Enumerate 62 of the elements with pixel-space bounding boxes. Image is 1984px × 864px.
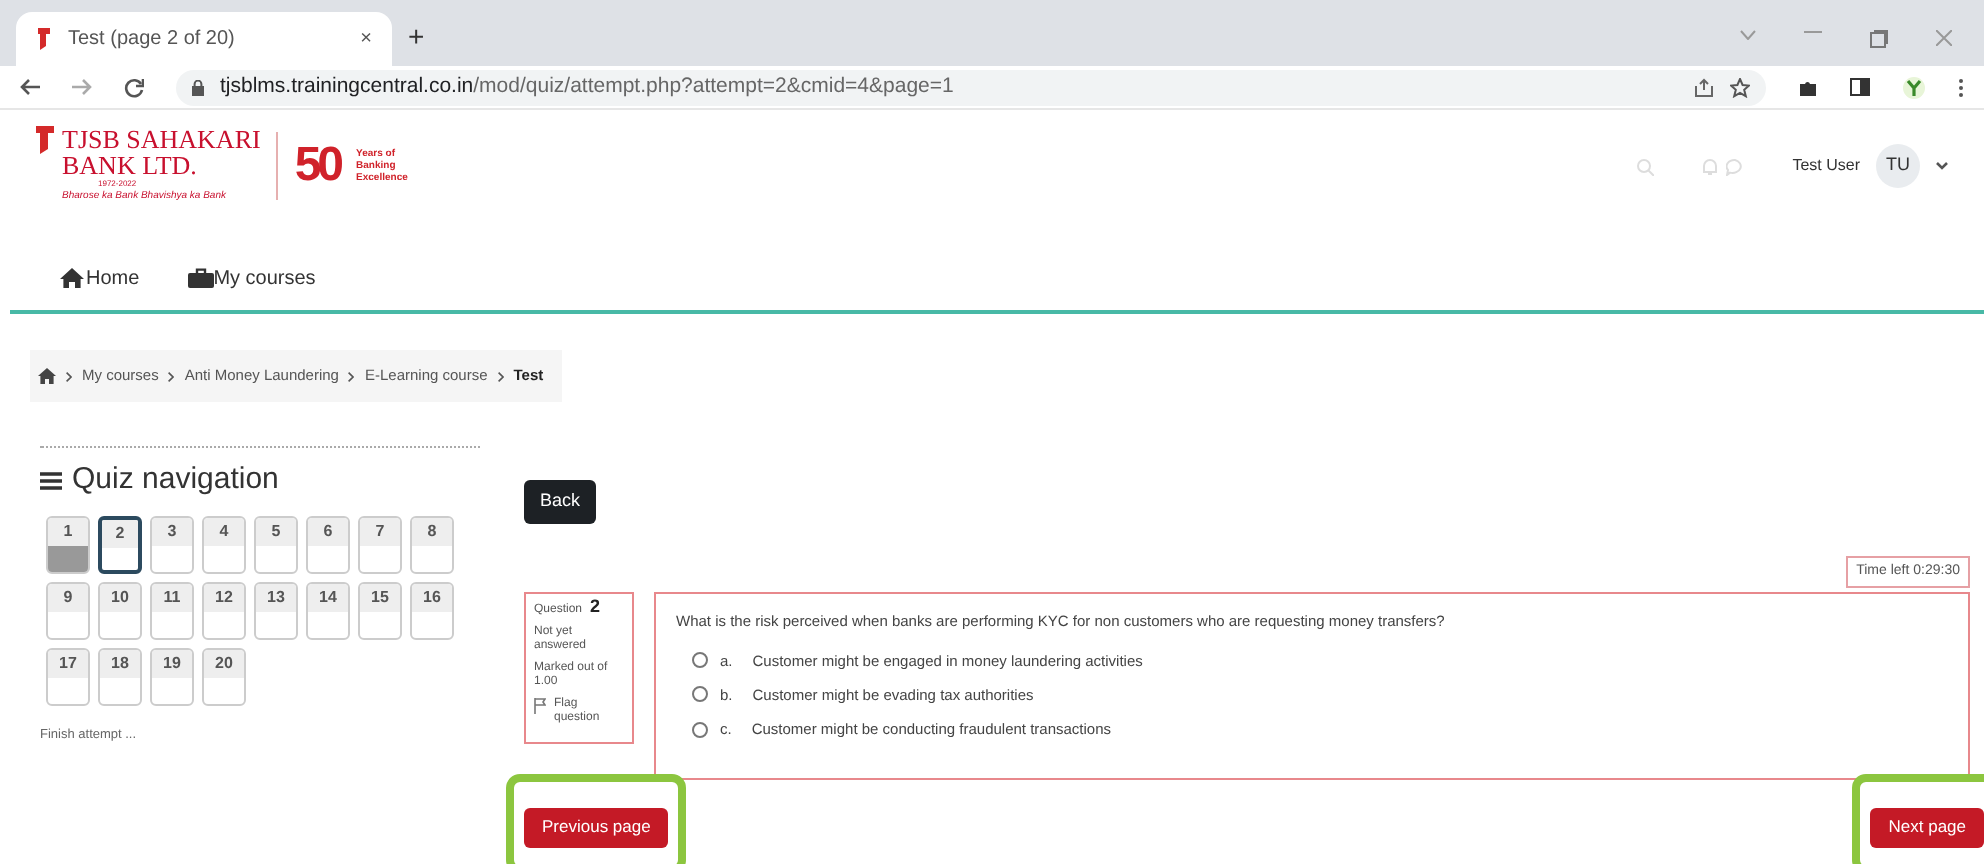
home-icon[interactable] — [38, 368, 56, 384]
question-nav-button[interactable]: 10 — [98, 581, 142, 639]
minimize-icon — [1804, 30, 1822, 34]
reload-icon[interactable] — [124, 77, 144, 97]
star-icon[interactable] — [1730, 77, 1750, 97]
anniversary-number: 50 — [294, 144, 341, 188]
flag-icon[interactable] — [534, 698, 546, 715]
menu-link[interactable]: Home — [60, 263, 140, 293]
question-nav-button[interactable]: 8 — [410, 515, 454, 573]
caret-down-icon[interactable] — [1936, 162, 1948, 170]
favicon-icon — [36, 28, 52, 50]
radio-button[interactable] — [692, 686, 708, 703]
question-nav-button[interactable]: 6 — [306, 515, 350, 573]
chevron-right-icon — [66, 371, 72, 381]
logo-mark-icon — [36, 126, 54, 155]
question-nav-button[interactable]: 12 — [202, 581, 246, 639]
question-number: 2 — [590, 596, 601, 617]
share-icon[interactable] — [1694, 77, 1714, 97]
question-nav-button[interactable]: 20 — [202, 647, 246, 705]
restore-icon — [1870, 30, 1888, 48]
question-nav-button[interactable]: 19 — [150, 647, 194, 705]
close-icon — [1936, 30, 1952, 46]
side-panel-icon[interactable] — [1850, 78, 1870, 96]
question-nav-button[interactable]: 9 — [46, 581, 90, 639]
chevron-down-icon — [1740, 30, 1756, 40]
question-nav-button[interactable]: 15 — [358, 581, 402, 639]
bank-name-line: TJSB SAHAKARI — [62, 126, 261, 153]
menu-icon[interactable] — [40, 471, 62, 490]
extension-icon[interactable] — [1902, 75, 1926, 99]
question-nav-button[interactable]: 3 — [150, 515, 194, 573]
previous-page-button[interactable]: Previous page — [524, 807, 669, 848]
user-name[interactable]: Test User — [1792, 154, 1860, 178]
close-tab-button[interactable]: × — [360, 24, 372, 54]
question-nav-button[interactable]: 7 — [358, 515, 402, 573]
briefcase-icon — [187, 268, 214, 288]
radio-button[interactable] — [692, 721, 708, 738]
chevron-right-icon — [348, 371, 355, 381]
question-nav-button[interactable]: 1 — [46, 515, 90, 573]
bank-name-line: BANK LTD. — [62, 152, 199, 179]
question-nav-button[interactable]: 4 — [202, 515, 246, 573]
next-page-button[interactable]: Next page — [1870, 807, 1984, 848]
more-menu-icon[interactable] — [1958, 77, 1964, 97]
question-nav-button[interactable]: 13 — [254, 581, 298, 639]
question-nav-button[interactable]: 5 — [254, 515, 298, 573]
new-tab-button[interactable]: + — [408, 16, 425, 58]
back-button[interactable]: Back — [524, 479, 596, 524]
question-nav-button[interactable]: 14 — [306, 581, 350, 639]
question-nav-button[interactable]: 2 — [98, 515, 142, 573]
tab-title[interactable]: Test (page 2 of 20) — [68, 24, 345, 54]
radio-button[interactable] — [692, 652, 708, 669]
panel-title: Quiz navigation — [72, 460, 279, 500]
home-icon — [60, 268, 86, 288]
chevron-right-icon — [168, 371, 175, 381]
menu-link[interactable]: My courses — [187, 263, 316, 293]
user-avatar[interactable]: TU — [1876, 144, 1920, 188]
lock-icon — [192, 79, 204, 95]
question-nav-button[interactable]: 18 — [98, 647, 142, 705]
question-nav-button[interactable]: 16 — [410, 581, 454, 639]
question-nav-button[interactable]: 11 — [150, 581, 194, 639]
question-nav-button[interactable]: 17 — [46, 647, 90, 705]
chevron-right-icon — [497, 371, 504, 381]
back-arrow-icon[interactable] — [20, 78, 40, 96]
